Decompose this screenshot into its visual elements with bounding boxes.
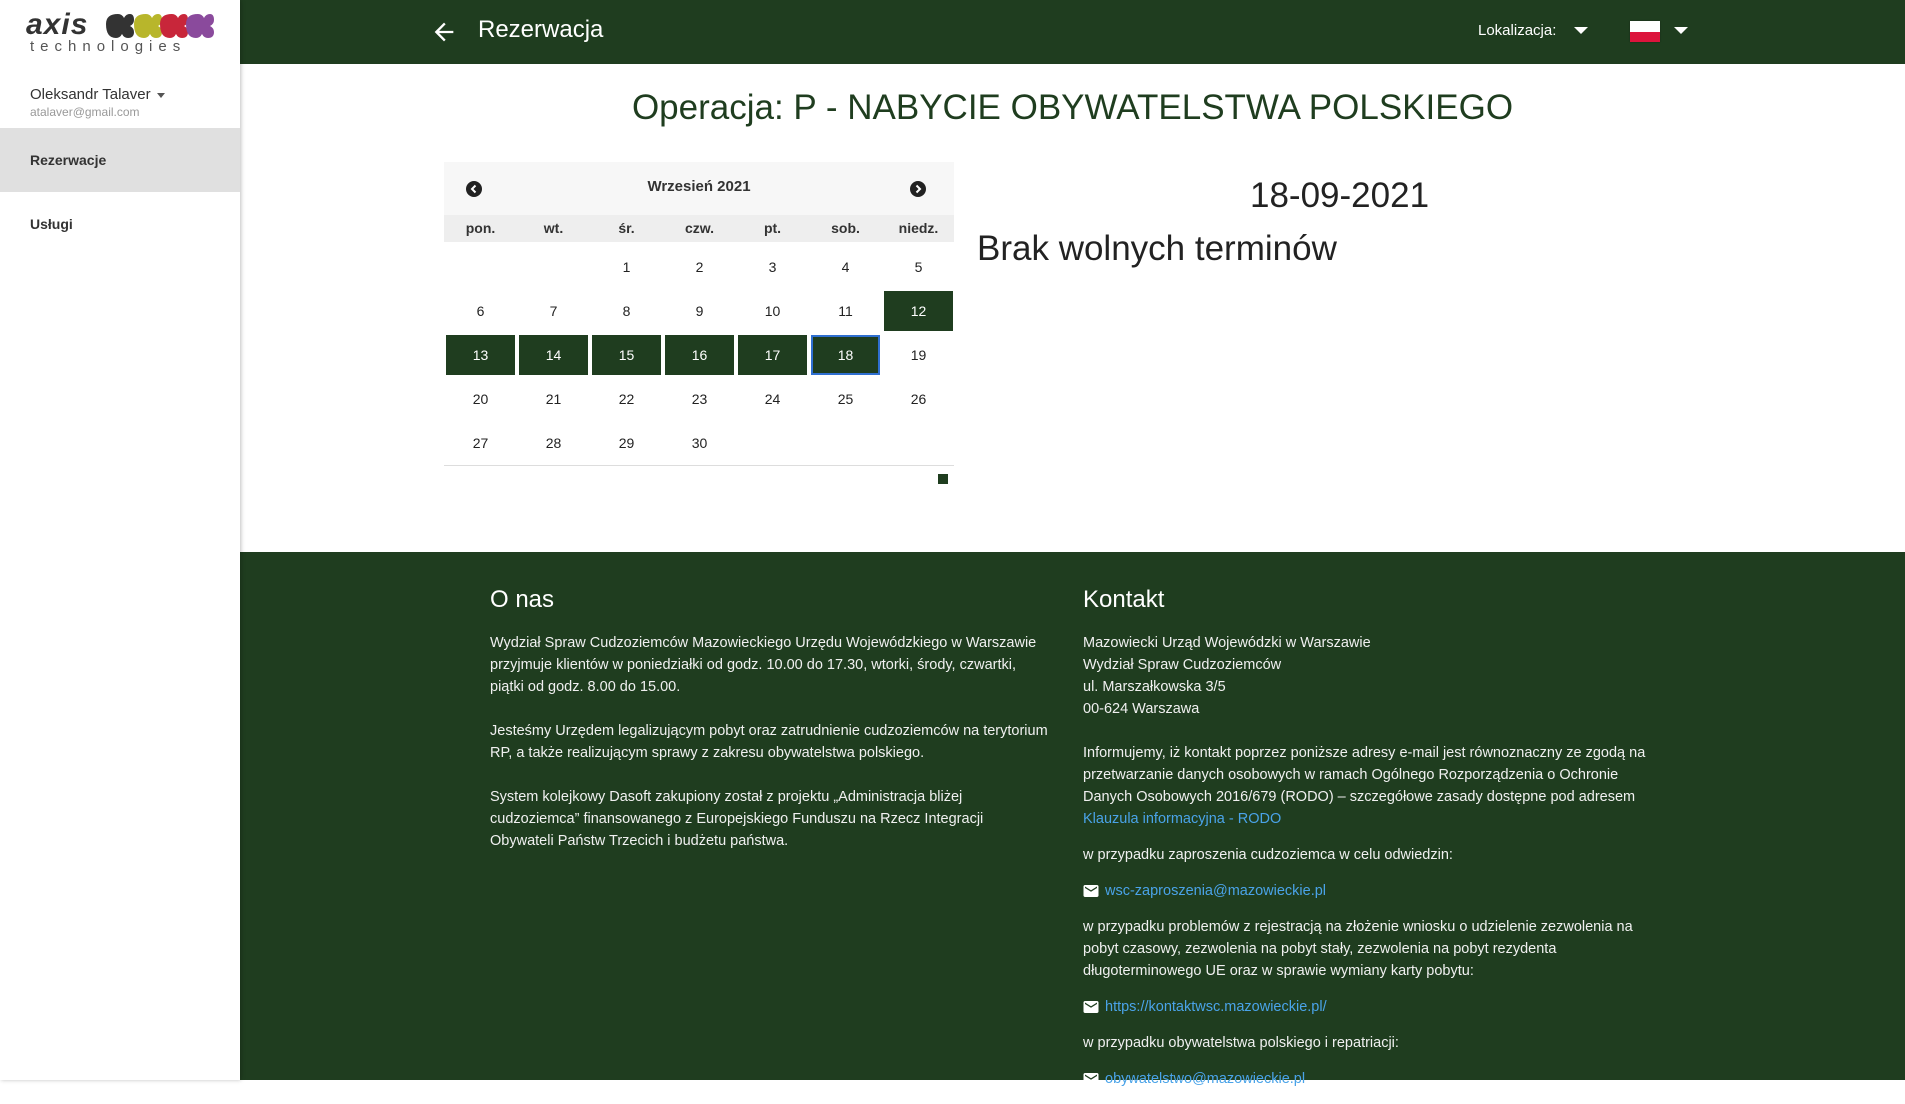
weekday-label: sob. bbox=[831, 220, 860, 236]
about-description: Jesteśmy Urzędem legalizującym pobyt ora… bbox=[490, 723, 1048, 761]
contact-address-line: 00-624 Warszawa bbox=[1083, 701, 1200, 717]
contact-title: Kontakt bbox=[1083, 586, 1165, 613]
about-title: O nas bbox=[490, 586, 555, 613]
page-title: Rezerwacja bbox=[478, 16, 604, 43]
invite-email-link[interactable]: wsc-zaproszenia@mazowieckie.pl bbox=[1105, 880, 1326, 902]
user-email: atalaver@gmail.com bbox=[30, 105, 140, 119]
calendar-day[interactable]: 21 bbox=[519, 379, 588, 419]
mail-icon bbox=[1083, 1001, 1099, 1013]
calendar-day[interactable]: 12 bbox=[884, 291, 953, 331]
poland-flag-icon[interactable] bbox=[1630, 21, 1660, 42]
calendar-day[interactable]: 17 bbox=[738, 335, 807, 375]
calendar-day[interactable]: 6 bbox=[446, 291, 515, 331]
footer: O nas Wydział Spraw Cudzoziemców Mazowie… bbox=[240, 552, 1905, 1087]
logo-puzzle-icon bbox=[106, 14, 214, 38]
sidebar-item-label: Usługi bbox=[30, 216, 73, 232]
user-menu[interactable]: Oleksandr Talaver bbox=[30, 86, 165, 103]
calendar-day[interactable]: 25 bbox=[811, 379, 880, 419]
weekday-label: czw. bbox=[684, 220, 715, 236]
location-label: Lokalizacja: bbox=[1478, 22, 1557, 39]
sidebar-item-rezerwacje[interactable]: Rezerwacje bbox=[0, 128, 240, 192]
calendar-day[interactable]: 14 bbox=[519, 335, 588, 375]
about-hours: Wydział Spraw Cudzoziemców Mazowieckiego… bbox=[490, 635, 1037, 695]
calendar-day[interactable]: 23 bbox=[665, 379, 734, 419]
calendar-day[interactable]: 7 bbox=[519, 291, 588, 331]
calendar-weekdays: pon. wt. śr. czw. pt. sob. niedz. bbox=[444, 215, 954, 242]
caret-down-icon bbox=[156, 92, 165, 98]
next-month-icon[interactable] bbox=[910, 181, 926, 197]
calendar-day[interactable]: 16 bbox=[665, 335, 734, 375]
calendar-day[interactable]: 20 bbox=[446, 379, 515, 419]
company-logo: axis technologies bbox=[26, 8, 216, 56]
calendar-day[interactable]: 4 bbox=[811, 247, 880, 287]
selected-date: 18-09-2021 bbox=[1250, 176, 1430, 215]
sidebar-item-uslugi[interactable]: Usługi bbox=[0, 192, 240, 256]
calendar-day[interactable]: 29 bbox=[592, 423, 661, 463]
weekday-label: pon. bbox=[465, 220, 496, 236]
calendar-day[interactable]: 3 bbox=[738, 247, 807, 287]
user-name: Oleksandr Talaver bbox=[30, 86, 151, 103]
calendar-day[interactable]: 22 bbox=[592, 379, 661, 419]
rodo-link[interactable]: Klauzula informacyjna - RODO bbox=[1083, 811, 1281, 827]
rodo-text: Informujemy, iż kontakt poprzez poniższe… bbox=[1083, 745, 1646, 805]
citizenship-email-row: obywatelstwo@mazowieckie.pl bbox=[1083, 1068, 1663, 1090]
calendar-day[interactable]: 18 bbox=[811, 335, 880, 375]
location-dropdown-caret-icon[interactable] bbox=[1574, 27, 1588, 34]
mail-icon bbox=[1083, 1073, 1099, 1085]
sidebar: axis technologies Oleksandr Talaver atal… bbox=[0, 0, 240, 1080]
logo-subtitle: technologies bbox=[30, 38, 187, 55]
language-dropdown-caret-icon[interactable] bbox=[1674, 27, 1688, 34]
calendar-day[interactable]: 2 bbox=[665, 247, 734, 287]
available-legend-marker bbox=[938, 474, 948, 484]
calendar-day[interactable]: 28 bbox=[519, 423, 588, 463]
sidebar-item-label: Rezerwacje bbox=[30, 152, 107, 168]
about-section: O nas Wydział Spraw Cudzoziemców Mazowie… bbox=[490, 582, 1050, 874]
contact-section: Kontakt Mazowiecki Urząd Wojewódzki w Wa… bbox=[1083, 582, 1663, 1104]
logo-word: axis bbox=[26, 8, 89, 41]
registration-link-row: https://kontaktwsc.mazowieckie.pl/ bbox=[1083, 996, 1663, 1018]
weekday-label: niedz. bbox=[898, 220, 939, 236]
no-slots-message: Brak wolnych terminów bbox=[977, 229, 1337, 268]
calendar-day[interactable]: 13 bbox=[446, 335, 515, 375]
calendar: Wrzesień 2021 pon. wt. śr. czw. pt. sob. niedz… bbox=[444, 162, 954, 466]
calendar-month-label: Wrzesień 2021 bbox=[647, 178, 751, 195]
registration-text: w przypadku problemów z rejestracją na z… bbox=[1083, 919, 1633, 979]
calendar-day[interactable]: 15 bbox=[592, 335, 661, 375]
operation-title: Operacja: P - NABYCIE OBYWATELSTWA POLSK… bbox=[631, 88, 1514, 127]
citizenship-email-link[interactable]: obywatelstwo@mazowieckie.pl bbox=[1105, 1068, 1305, 1090]
contact-address-line: ul. Marszałkowska 3/5 bbox=[1083, 679, 1226, 695]
top-bar: Rezerwacja Lokalizacja: bbox=[240, 0, 1905, 64]
calendar-day[interactable]: 1 bbox=[592, 247, 661, 287]
weekday-label: pt. bbox=[763, 220, 782, 236]
registration-link[interactable]: https://kontaktwsc.mazowieckie.pl/ bbox=[1105, 996, 1327, 1018]
calendar-day[interactable]: 27 bbox=[446, 423, 515, 463]
calendar-day[interactable]: 19 bbox=[884, 335, 953, 375]
calendar-day[interactable]: 9 bbox=[665, 291, 734, 331]
weekday-label: śr. bbox=[618, 220, 635, 236]
about-project: System kolejkowy Dasoft zakupiony został… bbox=[490, 789, 984, 849]
calendar-day[interactable]: 26 bbox=[884, 379, 953, 419]
calendar-day[interactable]: 10 bbox=[738, 291, 807, 331]
mail-icon bbox=[1083, 885, 1099, 897]
contact-address-line: Mazowiecki Urząd Wojewódzki w Warszawie bbox=[1083, 635, 1371, 651]
citizenship-text: w przypadku obywatelstwa polskiego i rep… bbox=[1083, 1035, 1399, 1051]
rodo-notice: Informujemy, iż kontakt poprzez poniższe… bbox=[1083, 742, 1663, 808]
calendar-day[interactable]: 11 bbox=[811, 291, 880, 331]
calendar-day[interactable]: 8 bbox=[592, 291, 661, 331]
calendar-day[interactable]: 24 bbox=[738, 379, 807, 419]
invite-text: w przypadku zaproszenia cudzoziemca w ce… bbox=[1083, 847, 1453, 863]
back-arrow-icon[interactable] bbox=[430, 18, 458, 46]
calendar-day[interactable]: 30 bbox=[665, 423, 734, 463]
calendar-day[interactable]: 5 bbox=[884, 247, 953, 287]
invite-email-row: wsc-zaproszenia@mazowieckie.pl bbox=[1083, 880, 1663, 902]
calendar-header: Wrzesień 2021 bbox=[444, 162, 954, 215]
contact-address-line: Wydział Spraw Cudzoziemców bbox=[1083, 657, 1282, 673]
weekday-label: wt. bbox=[543, 220, 564, 236]
